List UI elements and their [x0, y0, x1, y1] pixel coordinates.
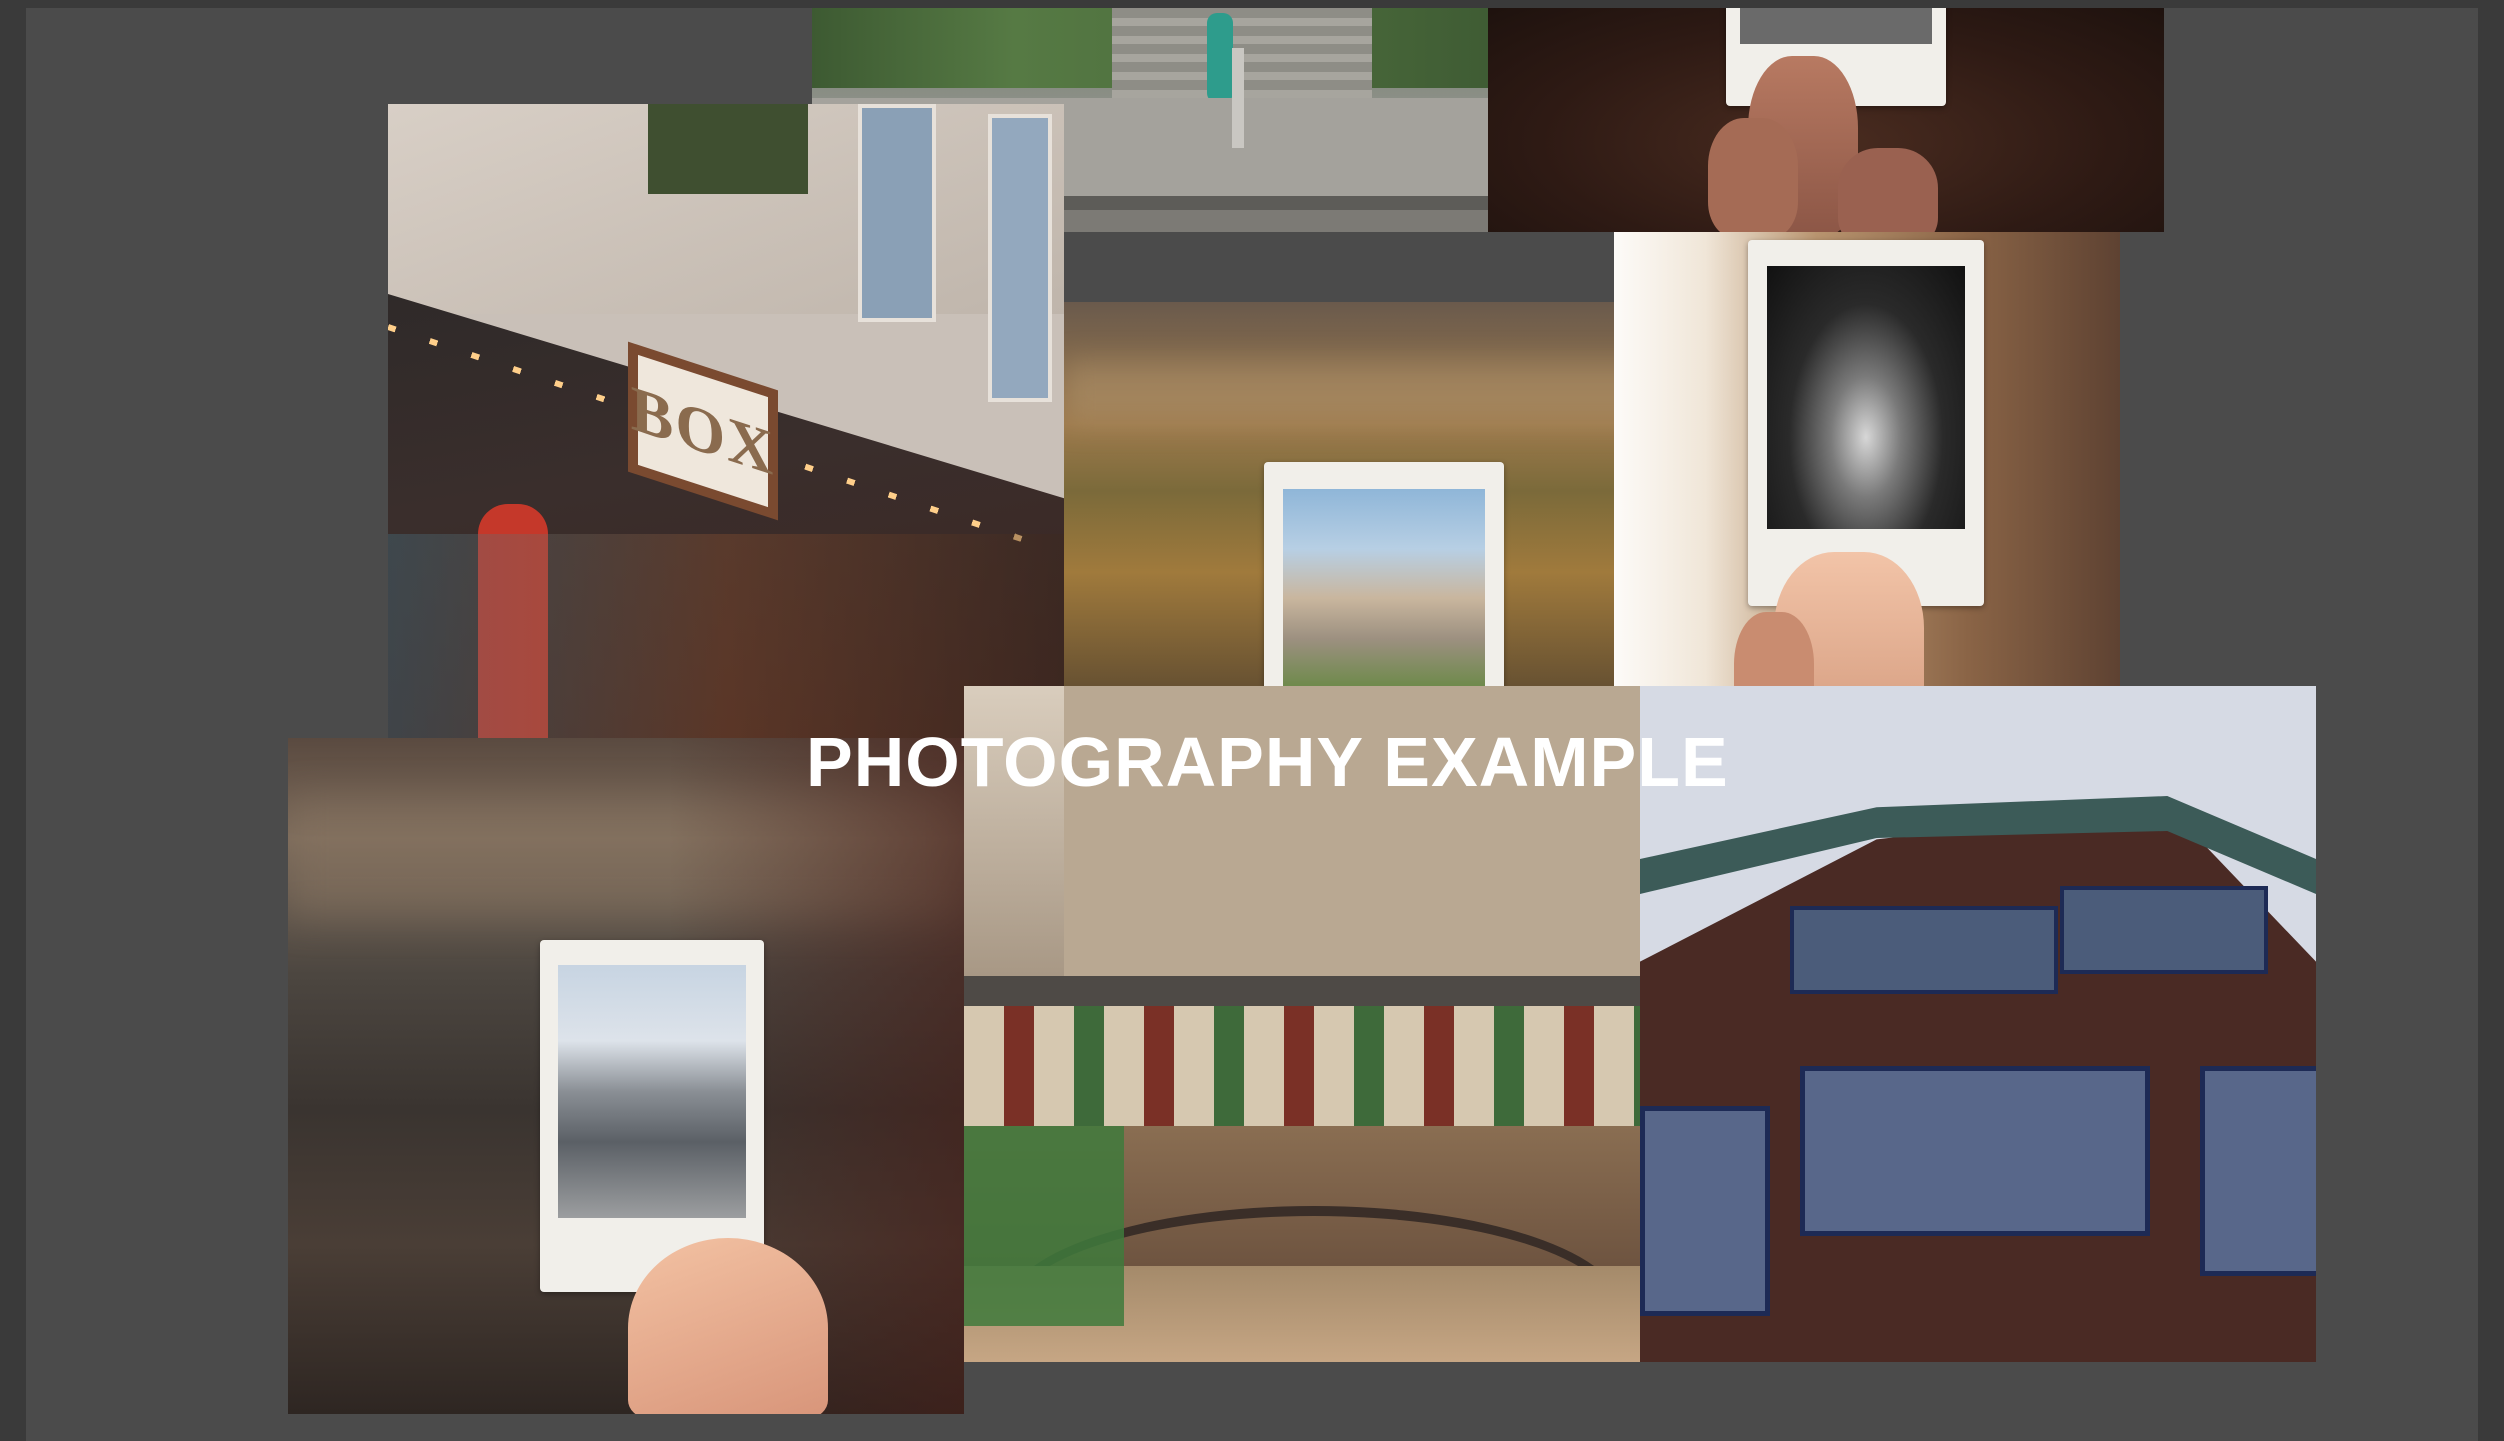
polaroid-canal-blur-photo — [288, 738, 964, 1414]
box-building-photo: BOX — [388, 104, 1064, 738]
photography-example-title: PHOTOGRAPHY EXAMPLE — [806, 723, 1729, 801]
brick-building-photo — [1640, 686, 2316, 1362]
hand-polaroid-top-photo — [1488, 8, 2164, 232]
polaroid-tunnel-bw-photo — [1614, 232, 2120, 738]
